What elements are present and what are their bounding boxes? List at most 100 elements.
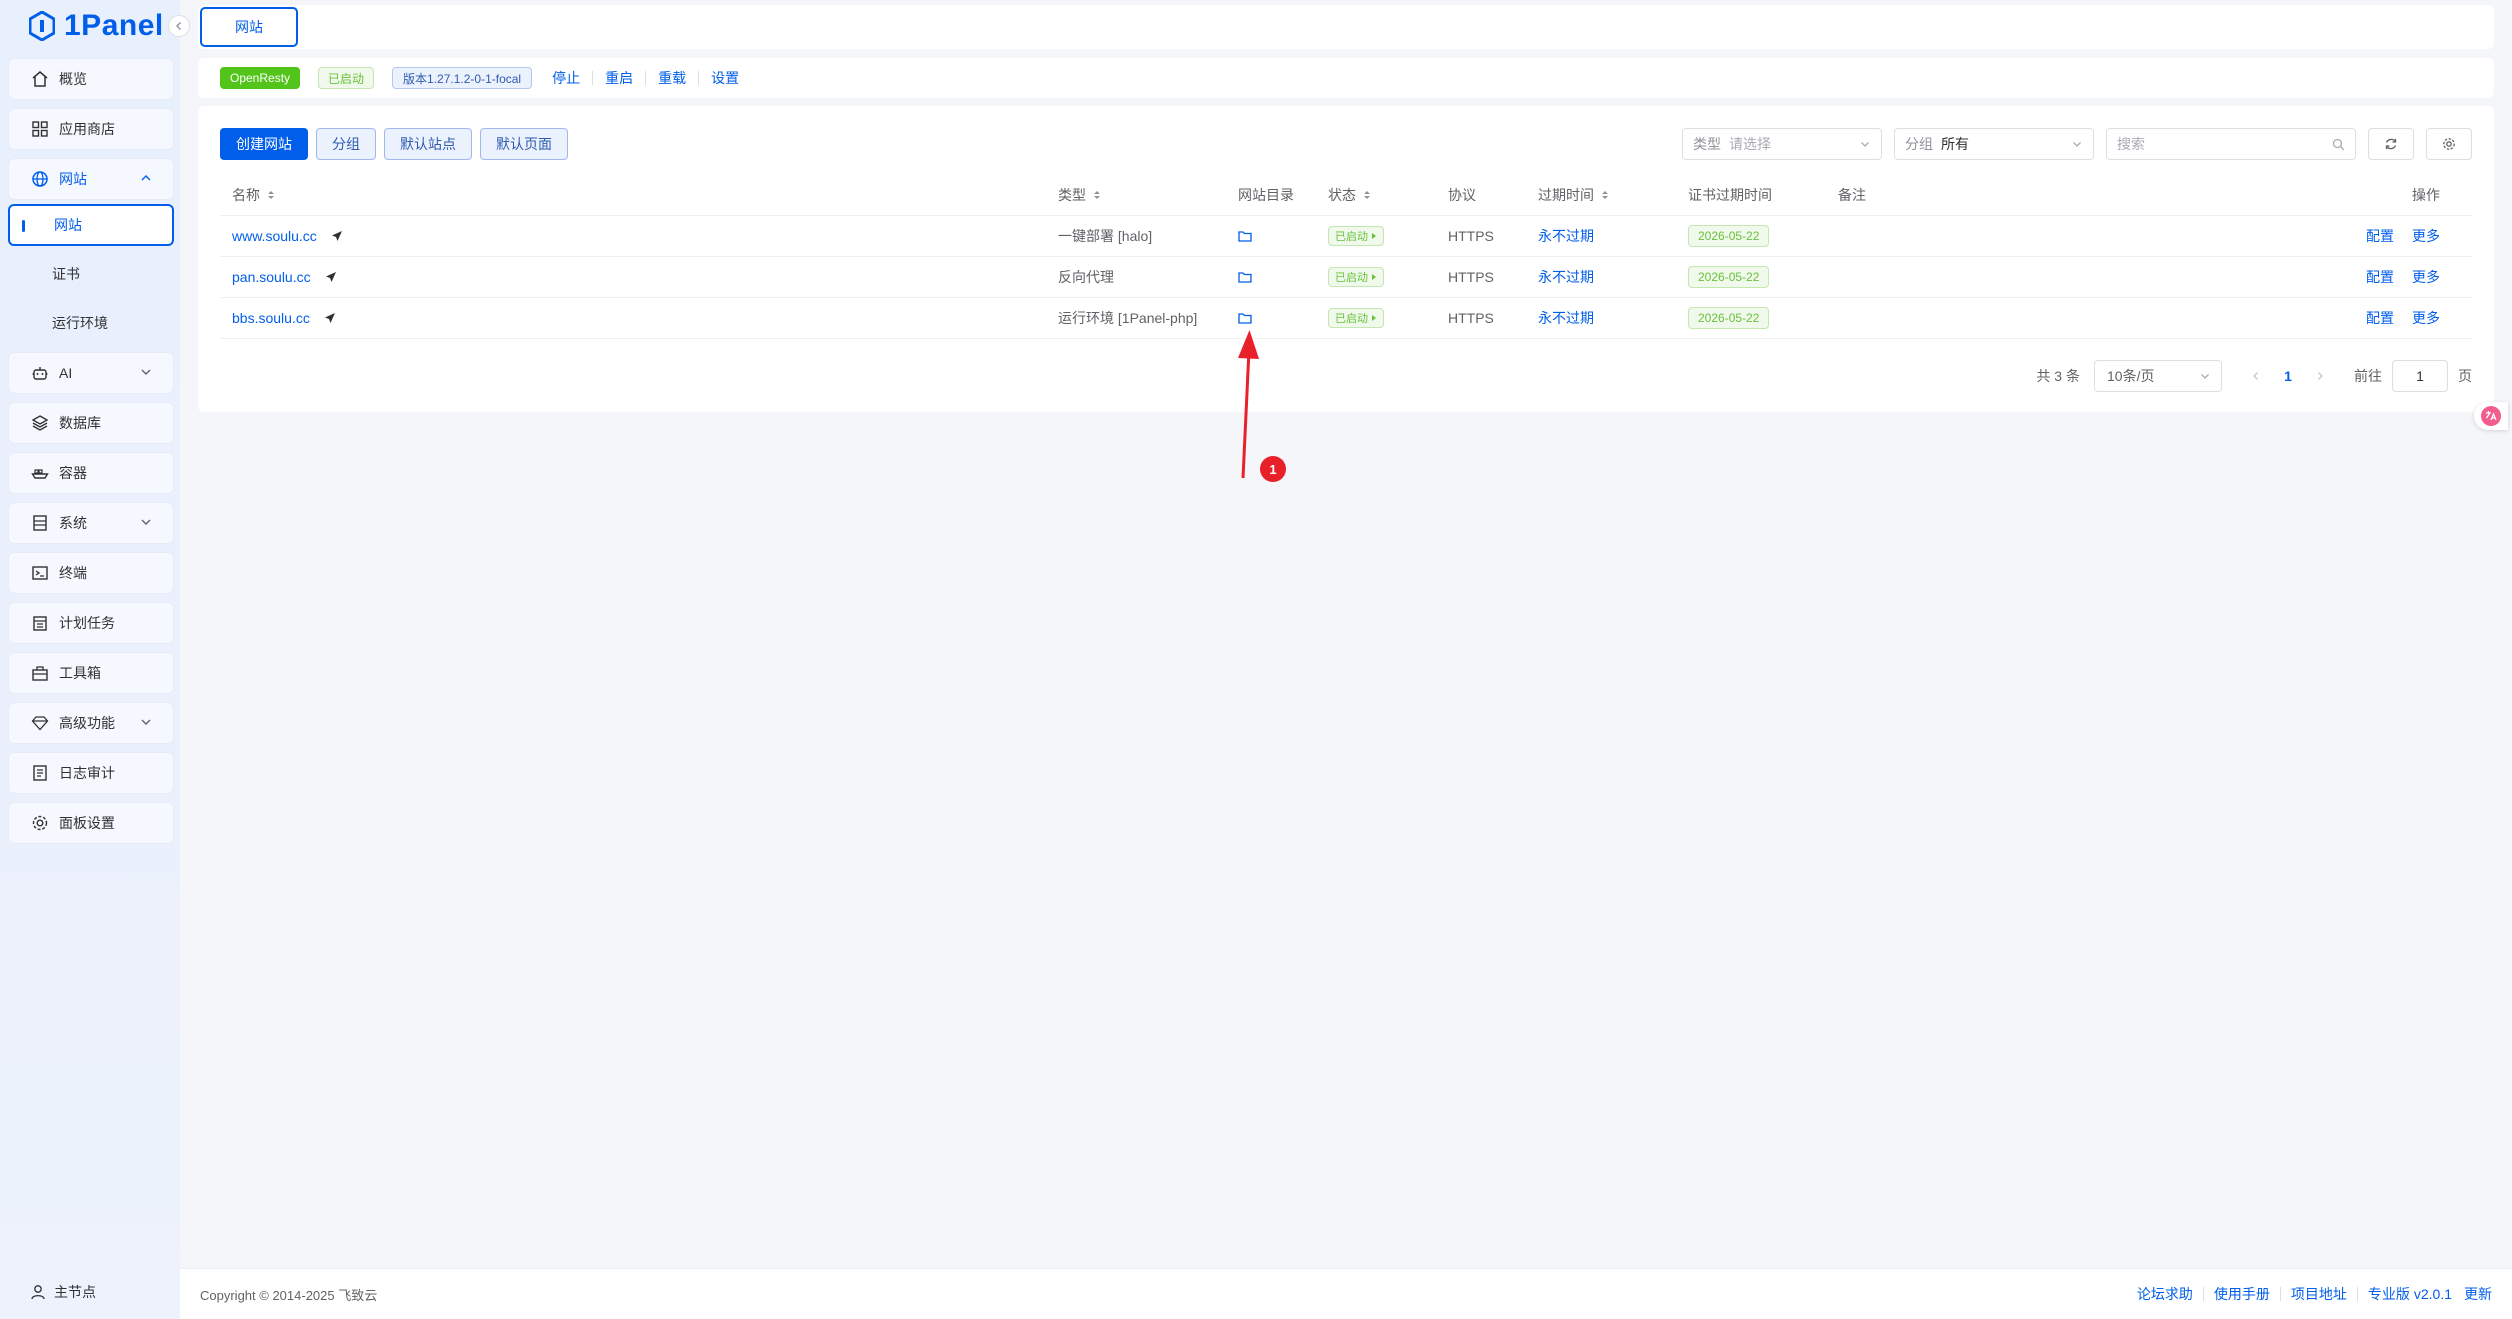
cell-dir: [1226, 230, 1316, 242]
state-badge[interactable]: 已启动: [1328, 308, 1384, 328]
toolbox-icon: [31, 664, 49, 682]
config-button[interactable]: 配置: [2366, 308, 2394, 328]
default-page-button[interactable]: 默认页面: [480, 128, 568, 160]
translate-tool-button[interactable]: [2474, 402, 2508, 430]
send-icon[interactable]: [324, 312, 336, 324]
sidebar-item-advanced[interactable]: 高级功能: [8, 702, 174, 744]
website-list-card: 创建网站 分组 默认站点 默认页面 类型 请选择 分组 所有 搜索 名称 类型 …: [198, 106, 2494, 412]
website-name-link[interactable]: www.soulu.cc: [232, 228, 317, 244]
config-button[interactable]: 配置: [2366, 226, 2394, 246]
group-select[interactable]: 分组 所有: [1894, 128, 2094, 160]
folder-icon[interactable]: [1238, 230, 1252, 242]
chevron-down-icon: [141, 719, 151, 725]
state-badge[interactable]: 已启动: [1328, 226, 1384, 246]
state-badge[interactable]: 已启动: [1328, 267, 1384, 287]
table-row: www.soulu.cc 一键部署 [halo] 已启动 HTTPS 永不过期 …: [220, 216, 2472, 257]
create-website-button[interactable]: 创建网站: [220, 128, 308, 160]
column-header-state[interactable]: 状态: [1316, 185, 1436, 205]
settings-button[interactable]: 设置: [699, 71, 751, 85]
header-label: 类型: [1058, 187, 1086, 203]
sidebar-item-database[interactable]: 数据库: [8, 402, 174, 444]
column-header-expire[interactable]: 过期时间: [1526, 185, 1676, 205]
expire-link[interactable]: 永不过期: [1538, 308, 1594, 328]
sidebar-item-cron[interactable]: 计划任务: [8, 602, 174, 644]
sidebar-subitem-label: 运行环境: [52, 315, 108, 331]
more-button[interactable]: 更多: [2412, 308, 2440, 328]
page-number[interactable]: 1: [2272, 368, 2304, 384]
group-select-value: 所有: [1941, 136, 1969, 152]
prev-page-button[interactable]: [2240, 371, 2272, 381]
cell-expire: 永不过期: [1526, 308, 1676, 328]
cert-expire-badge: 2026-05-22: [1688, 266, 1770, 288]
sidebar-subitem-certificates[interactable]: 证书: [8, 253, 174, 295]
sidebar-item-overview[interactable]: 概览: [8, 58, 174, 100]
sidebar-item-label: 面板设置: [59, 815, 115, 831]
page-size-select[interactable]: 10条/页: [2094, 360, 2222, 392]
project-link[interactable]: 项目地址: [2281, 1287, 2358, 1301]
restart-button[interactable]: 重启: [593, 71, 647, 85]
more-button[interactable]: 更多: [2412, 226, 2440, 246]
sidebar-item-panel-settings[interactable]: 面板设置: [8, 802, 174, 844]
expire-link[interactable]: 永不过期: [1538, 226, 1594, 246]
reload-button[interactable]: 重载: [646, 71, 700, 85]
sidebar-item-terminal[interactable]: 终端: [8, 552, 174, 594]
config-button[interactable]: 配置: [2366, 267, 2394, 287]
group-button[interactable]: 分组: [316, 128, 376, 160]
gear-icon: [31, 814, 49, 832]
sidebar-item-app-store[interactable]: 应用商店: [8, 108, 174, 150]
manual-link[interactable]: 使用手册: [2204, 1287, 2281, 1301]
sidebar-item-container[interactable]: 容器: [8, 452, 174, 494]
cell-dir: [1226, 271, 1316, 283]
status-actions: 停止 重启 重载 设置: [540, 71, 751, 85]
node-switcher[interactable]: 主节点: [30, 1282, 96, 1302]
sidebar-item-website[interactable]: 网站: [8, 158, 174, 200]
sidebar-item-label: 概览: [59, 71, 87, 87]
stop-button[interactable]: 停止: [540, 71, 594, 85]
header-label: 过期时间: [1538, 187, 1594, 203]
next-page-button[interactable]: [2304, 371, 2336, 381]
refresh-button[interactable]: [2368, 128, 2414, 160]
openresty-status-bar: OpenResty 已启动 版本1.27.1.2-0-1-focal 停止 重启…: [198, 58, 2494, 98]
calendar-icon: [31, 614, 49, 632]
sidebar-subitem-runtime[interactable]: 运行环境: [8, 302, 174, 344]
column-settings-button[interactable]: [2426, 128, 2472, 160]
folder-icon[interactable]: [1238, 271, 1252, 283]
cell-name: www.soulu.cc: [220, 228, 1046, 244]
search-input[interactable]: 搜索: [2106, 128, 2356, 160]
table-row: bbs.soulu.cc 运行环境 [1Panel-php] 已启动 HTTPS…: [220, 298, 2472, 339]
default-site-button[interactable]: 默认站点: [384, 128, 472, 160]
website-table: 名称 类型 网站目录 状态 协议 过期时间 证书过期时间 备注 操作 www.s…: [220, 175, 2472, 339]
expire-link[interactable]: 永不过期: [1538, 267, 1594, 287]
table-row: pan.soulu.cc 反向代理 已启动 HTTPS 永不过期 2026-05…: [220, 257, 2472, 298]
caret-right-icon: [1372, 233, 1376, 239]
send-icon[interactable]: [331, 230, 343, 242]
collapse-sidebar-button[interactable]: [168, 15, 190, 37]
tab-bar: 网站: [198, 5, 2494, 49]
cell-cert-expire: 2026-05-22: [1676, 225, 1826, 247]
website-name-link[interactable]: bbs.soulu.cc: [232, 310, 310, 326]
sidebar-item-log-audit[interactable]: 日志审计: [8, 752, 174, 794]
folder-icon[interactable]: [1238, 312, 1252, 324]
chevron-left-icon: [176, 22, 181, 30]
sidebar-item-system[interactable]: 系统: [8, 502, 174, 544]
more-button[interactable]: 更多: [2412, 267, 2440, 287]
node-label: 主节点: [54, 1284, 96, 1300]
sidebar-item-ai[interactable]: AI: [8, 352, 174, 394]
cell-protocol: HTTPS: [1448, 269, 1494, 285]
column-header-name[interactable]: 名称: [220, 185, 1046, 205]
column-header-type[interactable]: 类型: [1046, 185, 1226, 205]
state-label: 已启动: [1335, 231, 1368, 243]
forum-link[interactable]: 论坛求助: [2127, 1287, 2204, 1301]
column-header-protocol: 协议: [1448, 187, 1476, 203]
update-link[interactable]: 更新: [2462, 1284, 2492, 1304]
sidebar-subitem-websites[interactable]: 网站: [8, 204, 174, 246]
website-name-link[interactable]: pan.soulu.cc: [232, 269, 311, 285]
chevron-down-icon: [141, 519, 151, 525]
copyright: Copyright © 2014-2025 飞致云: [200, 1287, 378, 1303]
sidebar-item-toolbox[interactable]: 工具箱: [8, 652, 174, 694]
cell-cert-expire: 2026-05-22: [1676, 307, 1826, 329]
goto-page-input[interactable]: 1: [2392, 360, 2448, 392]
send-icon[interactable]: [325, 271, 337, 283]
type-select[interactable]: 类型 请选择: [1682, 128, 1882, 160]
tab-website[interactable]: 网站: [200, 7, 298, 47]
